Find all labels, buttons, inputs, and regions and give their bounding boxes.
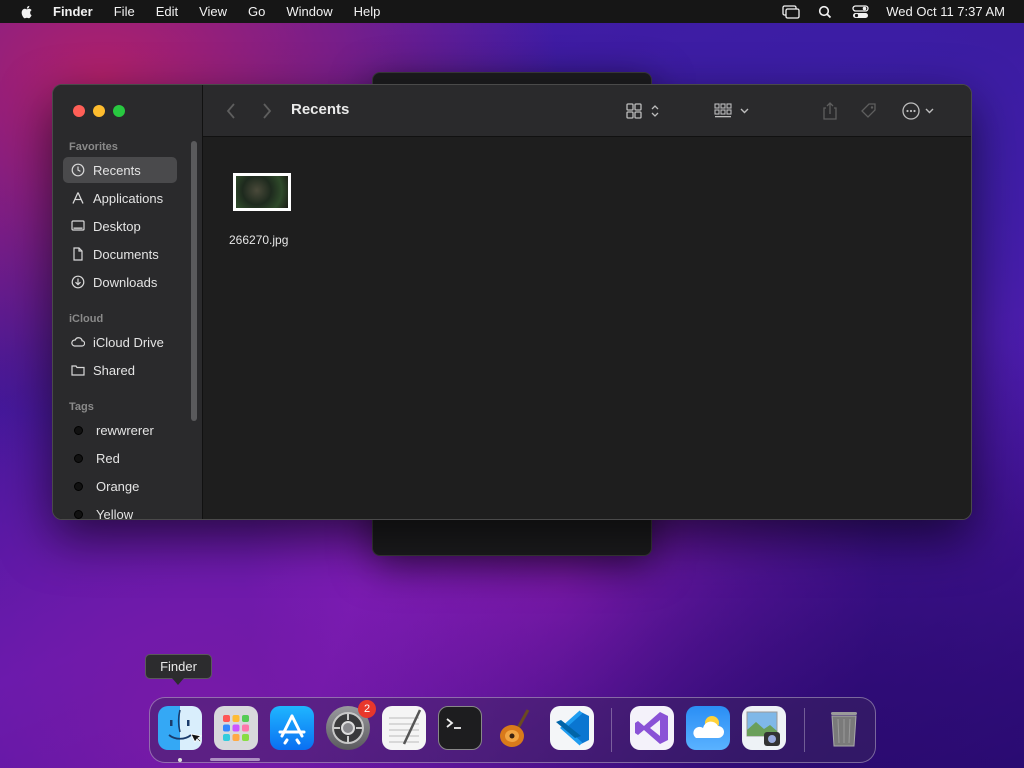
file-thumbnail[interactable] [233,173,291,211]
forward-button[interactable] [261,101,273,121]
menu-edit[interactable]: Edit [156,4,178,19]
menu-app-name[interactable]: Finder [53,4,93,19]
sidebar-item-label: Orange [96,478,140,494]
weather-icon[interactable] [686,706,730,750]
sidebar-item-applications[interactable]: Applications [63,185,177,211]
control-center-icon[interactable] [852,4,870,19]
sidebar-tag-yellow[interactable]: Yellow [63,501,177,520]
textedit-icon[interactable] [382,706,426,750]
sidebar-item-desktop[interactable]: Desktop [63,213,177,239]
dock: 2 [149,697,876,763]
dock-separator [611,708,612,752]
file-name[interactable]: 266270.jpg [229,233,288,247]
menu-help[interactable]: Help [354,4,381,19]
shared-folder-icon [71,363,85,377]
share-icon[interactable] [821,101,839,121]
download-icon [71,275,85,289]
terminal-icon[interactable] [438,706,482,750]
dock-separator [804,708,805,752]
sidebar-item-documents[interactable]: Documents [63,241,177,267]
vscode-icon[interactable] [550,706,594,750]
settings-notification-badge: 2 [358,700,376,718]
menu-bar: Finder File Edit View Go Window Help Wed… [0,0,1024,23]
visual-studio-icon[interactable] [630,706,674,750]
clock-icon [71,163,85,177]
dock-tooltip: Finder [145,654,212,685]
desktop-icon [71,219,85,233]
preview-icon[interactable] [742,706,786,750]
tag-icon[interactable] [859,101,879,121]
document-icon [71,247,85,261]
finder-window: Favorites Recents Applications Desktop D… [52,84,972,520]
group-by-button[interactable] [713,101,753,121]
image-thumbnail [236,176,288,208]
sidebar-item-label: rewwrerer [96,422,154,438]
sidebar-item-label: Desktop [93,218,141,234]
finder-content-area: 266270.jpg [203,137,971,519]
menubar-clock[interactable]: Wed Oct 11 7:37 AM [886,4,1005,19]
sidebar-item-shared[interactable]: Shared [63,357,177,383]
minimize-window-button[interactable] [93,105,105,117]
more-actions-button[interactable] [901,101,939,121]
applications-icon [71,191,85,205]
sidebar-item-recents[interactable]: Recents [63,157,177,183]
close-window-button[interactable] [73,105,85,117]
dock-scroll-indicator [210,758,260,761]
screen-mirroring-icon[interactable] [782,4,800,19]
trash-icon[interactable] [822,706,866,750]
launchpad-icon[interactable] [214,706,258,750]
guitar-icon[interactable] [494,706,538,750]
menu-go[interactable]: Go [248,4,265,19]
tag-dot-icon [74,481,83,491]
menu-window[interactable]: Window [286,4,332,19]
tag-dot-icon [74,425,83,435]
tag-dot-icon [74,509,83,519]
sidebar-item-label: Downloads [93,274,158,290]
finder-toolbar: Recents [203,85,971,137]
sidebar-tag-red[interactable]: Red [63,445,177,471]
sidebar-item-label: Documents [93,246,159,262]
finder-sidebar: Favorites Recents Applications Desktop D… [53,85,203,520]
finder-icon[interactable] [158,706,203,750]
running-indicator [178,758,182,762]
view-mode-icon-button[interactable] [625,101,661,121]
sidebar-item-label: Applications [93,190,164,206]
sidebar-item-label: Red [96,450,120,466]
sidebar-section-tags: Tags [69,401,94,413]
spotlight-search-icon[interactable] [817,5,835,19]
app-store-icon[interactable] [270,706,314,750]
sidebar-item-label: Recents [93,162,141,178]
sidebar-item-label: Shared [93,362,135,378]
sidebar-tag-orange[interactable]: Orange [63,473,177,499]
menu-view[interactable]: View [199,4,227,19]
cloud-icon [71,335,86,349]
sidebar-item-downloads[interactable]: Downloads [63,269,177,295]
window-title: Recents [291,101,350,118]
sidebar-item-label: iCloud Drive [93,334,164,350]
back-button[interactable] [225,101,237,121]
sidebar-section-icloud: iCloud [69,313,104,325]
tag-dot-icon [74,453,83,463]
sidebar-item-label: Yellow [96,506,134,520]
sidebar-item-icloud-drive[interactable]: iCloud Drive [63,329,177,355]
sidebar-tag-rewwrerer[interactable]: rewwrerer [63,417,177,443]
apple-menu-icon[interactable] [19,4,35,20]
sidebar-section-favorites: Favorites [69,141,118,153]
menu-file[interactable]: File [114,4,135,19]
zoom-window-button[interactable] [113,105,125,117]
sidebar-scrollbar[interactable] [191,141,197,421]
